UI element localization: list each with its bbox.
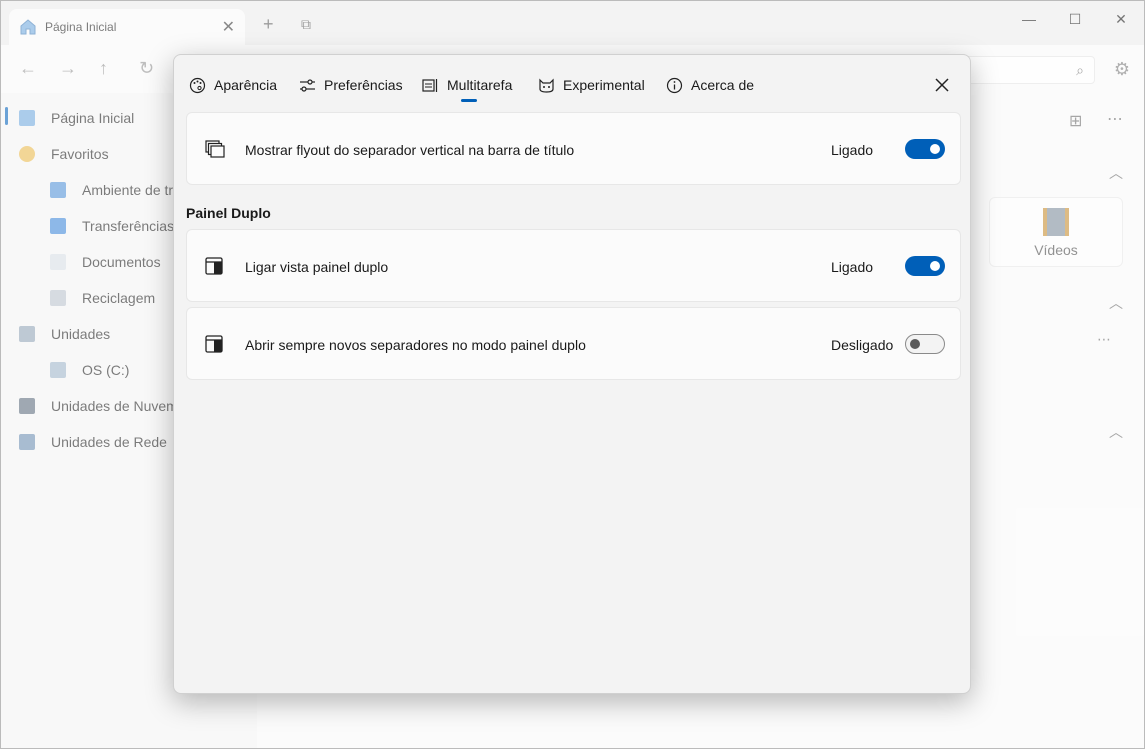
palette-icon [189, 77, 206, 93]
dual-pane-icon [205, 257, 223, 275]
tab-multitasking[interactable]: Multitarefa [422, 73, 512, 97]
close-icon[interactable] [932, 75, 952, 95]
tab-label: Preferências [324, 77, 403, 93]
info-icon [666, 77, 683, 93]
tab-label: Multitarefa [447, 77, 513, 93]
setting-label: Ligar vista painel duplo [245, 259, 389, 275]
always-open-dual-pane-toggle[interactable] [905, 334, 945, 354]
setting-label: Mostrar flyout do separador vertical na … [245, 142, 575, 158]
settings-dialog: Aparência Preferências Multitarefa Exper… [173, 54, 971, 694]
setting-dual-pane: Ligar vista painel duplo Ligado [186, 229, 961, 302]
multitask-icon [422, 78, 438, 92]
toggle-state-label: Desligado [831, 337, 894, 353]
settings-tabs: Aparência Preferências Multitarefa Exper… [174, 55, 970, 111]
cat-icon [539, 78, 554, 93]
stacked-windows-icon [205, 140, 225, 158]
dual-pane-icon [205, 335, 223, 353]
tab-label: Experimental [563, 77, 645, 93]
vertical-tab-flyout-toggle[interactable] [905, 139, 945, 159]
dual-pane-toggle[interactable] [905, 256, 945, 276]
tab-about[interactable]: Acerca de [666, 73, 754, 97]
toggle-state-label: Ligado [831, 259, 874, 275]
sliders-icon [300, 78, 315, 92]
tab-appearance[interactable]: Aparência [189, 73, 277, 97]
tab-experimental[interactable]: Experimental [538, 73, 645, 97]
tab-label: Acerca de [691, 77, 755, 93]
tab-preferences[interactable]: Preferências [299, 73, 403, 97]
setting-vertical-tab-flyout: Mostrar flyout do separador vertical na … [186, 112, 961, 185]
setting-always-open-dual-pane: Abrir sempre novos separadores no modo p… [186, 307, 961, 380]
tab-label: Aparência [214, 77, 278, 93]
setting-label: Abrir sempre novos separadores no modo p… [245, 337, 586, 353]
toggle-state-label: Ligado [831, 142, 874, 158]
active-tab-indicator [461, 99, 477, 102]
section-title: Painel Duplo [186, 205, 271, 221]
